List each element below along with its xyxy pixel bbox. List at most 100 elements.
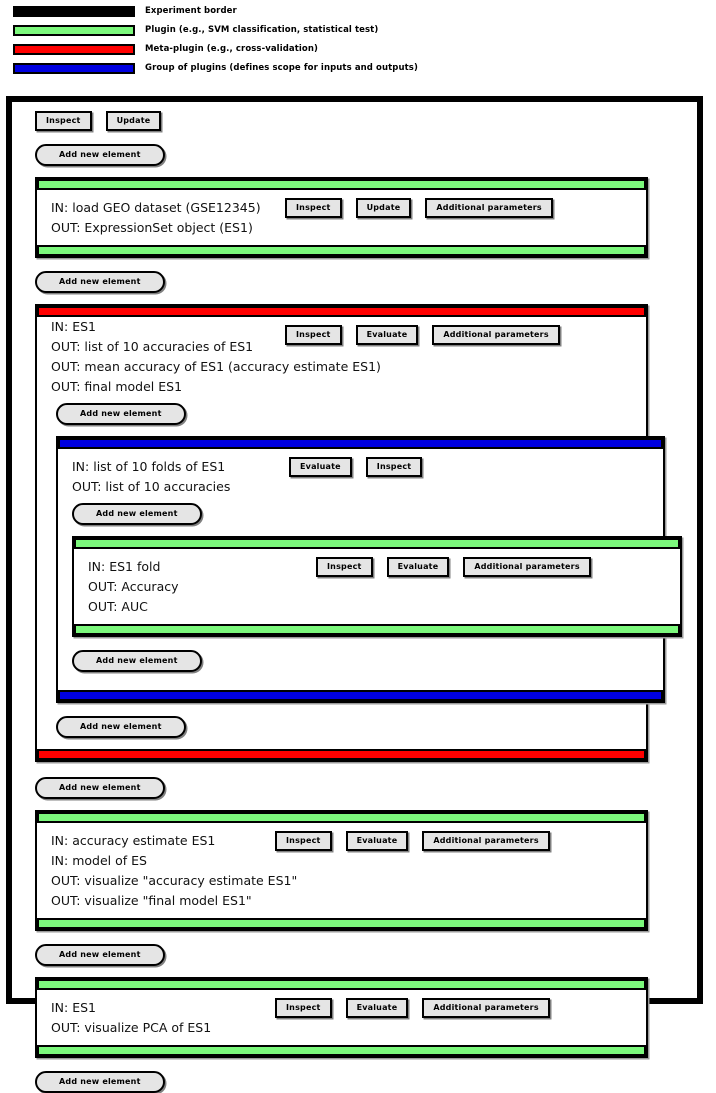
experiment-inspect-button[interactable]: Inspect	[35, 111, 92, 131]
plugin-action-buttons: Inspect Evaluate Additional parameters	[316, 557, 591, 577]
group-block-folds[interactable]: IN: list of 10 folds of ES1 OUT: list of…	[56, 436, 682, 703]
inspect-button[interactable]: Inspect	[275, 831, 332, 851]
plugin-action-buttons: Inspect Update Additional parameters	[285, 198, 553, 218]
plugin-block-visualize-pca[interactable]: IN: ES1 OUT: visualize PCA of ES1 Inspec…	[35, 977, 648, 1058]
inspect-button[interactable]: Inspect	[275, 998, 332, 1018]
plugin-bottom-bar	[37, 245, 646, 256]
legend-row-group: Group of plugins (defines scope for inpu…	[0, 59, 716, 77]
inspect-button[interactable]: Inspect	[365, 457, 423, 477]
experiment-update-button[interactable]: Update	[105, 111, 162, 131]
meta-plugin-bottom-bar	[37, 749, 646, 760]
update-button[interactable]: Update	[355, 198, 412, 218]
legend-label-experiment-border: Experiment border	[145, 6, 237, 16]
plugin-body: IN: ES1 OUT: visualize PCA of ES1 Inspec…	[37, 990, 646, 1045]
evaluate-button[interactable]: Evaluate	[386, 557, 450, 577]
additional-parameters-button[interactable]: Additional parameters	[425, 198, 553, 218]
group-top-bar	[58, 438, 663, 449]
inspect-button[interactable]: Inspect	[285, 325, 342, 345]
legend-swatch-black	[13, 5, 135, 17]
legend: Experiment border Plugin (e.g., SVM clas…	[0, 0, 716, 78]
add-new-element-slot-6: Add new element	[35, 775, 697, 799]
legend-row-meta-plugin: Meta-plugin (e.g., cross-validation)	[0, 40, 716, 58]
evaluate-button[interactable]: Evaluate	[345, 831, 409, 851]
plugin-top-bar	[37, 979, 646, 990]
io-line: OUT: AUC	[88, 599, 148, 614]
add-new-element-button[interactable]: Add new element	[72, 503, 202, 525]
plugin-bottom-bar	[74, 624, 680, 635]
inspect-button[interactable]: Inspect	[285, 198, 342, 218]
plugin-top-bar	[37, 179, 646, 190]
group-bottom-bar	[58, 690, 663, 701]
add-new-element-slot-7: Add new element	[35, 942, 697, 966]
additional-parameters-button[interactable]: Additional parameters	[463, 557, 591, 577]
plugin-bottom-bar	[37, 1045, 646, 1056]
group-action-buttons: Evaluate Inspect	[289, 457, 423, 477]
add-new-element-slot-0: Add new element	[35, 142, 697, 166]
legend-label-group: Group of plugins (defines scope for inpu…	[145, 63, 418, 73]
experiment-content: Inspect Update Add new element IN: load …	[12, 102, 697, 1093]
add-new-element-slot-8: Add new element	[35, 1069, 697, 1093]
io-line: OUT: ExpressionSet object (ES1)	[51, 220, 253, 235]
plugin-block-visualize-accuracy[interactable]: IN: accuracy estimate ES1 IN: model of E…	[35, 810, 648, 931]
plugin-block-fold[interactable]: IN: ES1 fold OUT: Accuracy OUT: AUC Insp…	[72, 536, 682, 637]
add-new-element-slot-2: Add new element	[56, 401, 646, 425]
legend-swatch-red	[13, 43, 135, 55]
meta-plugin-top-bar	[37, 306, 646, 317]
plugin-action-buttons: Inspect Evaluate Additional parameters	[275, 998, 550, 1018]
add-new-element-button[interactable]: Add new element	[56, 403, 186, 425]
evaluate-button[interactable]: Evaluate	[355, 325, 419, 345]
add-new-element-slot-5: Add new element	[56, 714, 646, 738]
experiment-border: Inspect Update Add new element IN: load …	[6, 96, 703, 1093]
add-new-element-button[interactable]: Add new element	[72, 650, 202, 672]
meta-plugin-block-cross-validation[interactable]: IN: ES1 OUT: list of 10 accuracies of ES…	[35, 304, 682, 762]
add-new-element-button[interactable]: Add new element	[35, 1071, 165, 1093]
additional-parameters-button[interactable]: Additional parameters	[422, 831, 550, 851]
evaluate-button[interactable]: Evaluate	[289, 457, 352, 477]
inspect-button[interactable]: Inspect	[316, 557, 373, 577]
plugin-top-bar	[37, 812, 646, 823]
io-line: OUT: visualize "final model ES1"	[51, 893, 252, 908]
io-line: OUT: visualize PCA of ES1	[51, 1020, 212, 1035]
add-new-element-button[interactable]: Add new element	[35, 271, 165, 293]
plugin-top-bar	[74, 538, 680, 549]
add-new-element-button[interactable]: Add new element	[35, 144, 165, 166]
add-new-element-button[interactable]: Add new element	[35, 944, 165, 966]
io-line: OUT: mean accuracy of ES1 (accuracy esti…	[51, 359, 381, 374]
legend-row-plugin: Plugin (e.g., SVM classification, statis…	[0, 21, 716, 39]
legend-row-experiment-border: Experiment border	[0, 2, 716, 20]
evaluate-button[interactable]: Evaluate	[345, 998, 409, 1018]
plugin-body: IN: load GEO dataset (GSE12345) OUT: Exp…	[37, 190, 646, 245]
legend-label-plugin: Plugin (e.g., SVM classification, statis…	[145, 25, 379, 35]
add-new-element-slot-4: Add new element	[72, 648, 663, 672]
plugin-action-buttons: Inspect Evaluate Additional parameters	[275, 831, 550, 851]
add-new-element-slot-3: Add new element	[72, 501, 663, 525]
additional-parameters-button[interactable]: Additional parameters	[422, 998, 550, 1018]
plugin-block-load-geo[interactable]: IN: load GEO dataset (GSE12345) OUT: Exp…	[35, 177, 648, 258]
legend-swatch-blue	[13, 62, 135, 74]
add-new-element-button[interactable]: Add new element	[56, 716, 186, 738]
io-line: OUT: Accuracy	[88, 579, 179, 594]
experiment-toolbar: Inspect Update	[35, 111, 697, 131]
plugin-body: IN: ES1 fold OUT: Accuracy OUT: AUC Insp…	[74, 549, 680, 624]
add-new-element-button[interactable]: Add new element	[35, 777, 165, 799]
meta-plugin-action-buttons: Inspect Evaluate Additional parameters	[285, 325, 560, 345]
io-line: IN: model of ES	[51, 853, 147, 868]
additional-parameters-button[interactable]: Additional parameters	[432, 325, 560, 345]
io-line: OUT: final model ES1	[51, 379, 183, 394]
plugin-body: IN: accuracy estimate ES1 IN: model of E…	[37, 823, 646, 918]
